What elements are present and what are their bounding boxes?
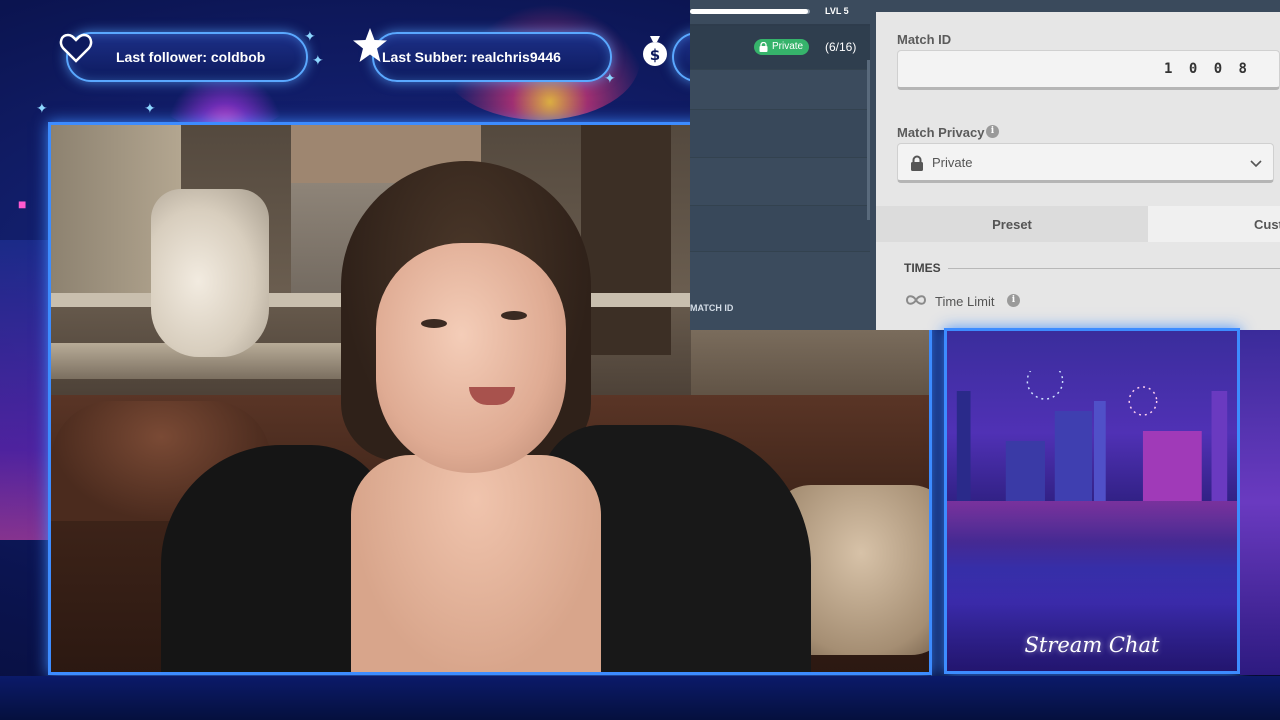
sparkle-icon: ■ bbox=[18, 196, 27, 212]
last-subber-panel: Last Subber: realchris9446 bbox=[372, 32, 612, 82]
lobby-row[interactable] bbox=[690, 70, 870, 110]
stream-chat-panel: Stream Chat bbox=[944, 328, 1240, 674]
level-label: LVL 5 bbox=[825, 6, 849, 16]
heart-icon bbox=[58, 30, 94, 66]
chevron-down-icon bbox=[1250, 160, 1262, 168]
overlay-background-right bbox=[1240, 330, 1280, 675]
palm-decoration bbox=[0, 240, 48, 540]
match-id-value: 1 0 0 8 bbox=[1163, 61, 1251, 77]
game-capture: LVL 5 Private (6/16) MATCH ID Match ID 1… bbox=[690, 0, 1280, 330]
lobby-player-count: (6/16) bbox=[825, 40, 857, 54]
svg-text:$: $ bbox=[650, 46, 660, 64]
sparkle-icon: ✦ bbox=[304, 28, 316, 44]
lobby-row[interactable] bbox=[690, 206, 870, 252]
match-id-label: Match ID bbox=[897, 32, 952, 47]
overlay-background-bottom bbox=[0, 676, 1280, 720]
lock-icon bbox=[759, 42, 768, 52]
xp-bar bbox=[690, 9, 810, 14]
stream-chat-title: Stream Chat bbox=[1024, 633, 1160, 657]
match-id-field[interactable]: 1 0 0 8 bbox=[897, 50, 1280, 90]
tab-custom[interactable]: Cust bbox=[1148, 206, 1280, 242]
star-icon bbox=[352, 26, 388, 66]
match-settings-panel: Match ID 1 0 0 8 Match Privacy i Private… bbox=[876, 0, 1280, 330]
last-follower-text: Last follower: coldbob bbox=[116, 49, 266, 65]
lobby-row[interactable] bbox=[690, 158, 870, 206]
divider bbox=[948, 268, 1280, 269]
times-section-header: TIMES bbox=[904, 261, 941, 275]
vase bbox=[151, 189, 269, 357]
sparkle-icon: ✦ bbox=[36, 100, 48, 116]
info-icon[interactable]: i bbox=[986, 125, 999, 138]
lock-icon bbox=[911, 155, 923, 171]
tab-preset[interactable]: Preset bbox=[876, 206, 1148, 242]
money-bag-icon: $ bbox=[640, 32, 670, 68]
scrollbar[interactable] bbox=[867, 60, 870, 220]
lobby-list: LVL 5 Private (6/16) MATCH ID bbox=[690, 0, 870, 330]
private-badge: Private bbox=[754, 39, 810, 55]
infinity-icon bbox=[905, 295, 927, 305]
lobby-row[interactable] bbox=[690, 110, 870, 158]
match-privacy-label: Match Privacy bbox=[897, 125, 985, 140]
match-privacy-value: Private bbox=[932, 155, 973, 170]
info-icon[interactable]: i bbox=[1007, 294, 1020, 307]
sparkle-icon: ✦ bbox=[312, 52, 324, 68]
last-follower-panel: Last follower: coldbob bbox=[66, 32, 308, 82]
lobby-match-id-label: MATCH ID bbox=[690, 303, 734, 313]
match-privacy-select[interactable]: Private bbox=[897, 143, 1274, 183]
sparkle-icon: ✦ bbox=[144, 100, 156, 116]
last-subber-text: Last Subber: realchris9446 bbox=[382, 49, 561, 65]
city-skyline bbox=[956, 371, 1228, 501]
time-limit-label: Time Limit bbox=[935, 294, 995, 309]
